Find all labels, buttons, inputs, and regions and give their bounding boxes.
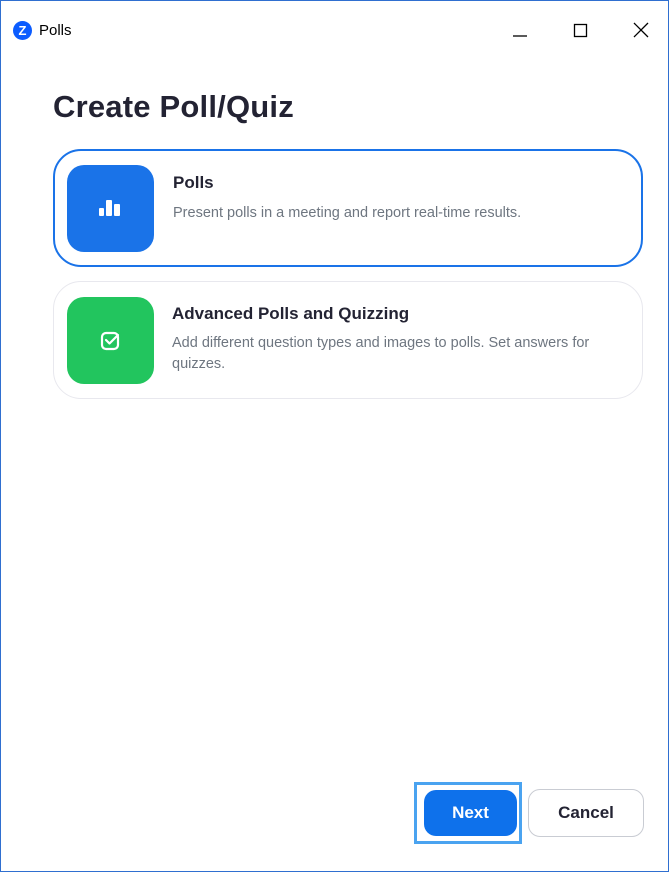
- next-button[interactable]: Next: [424, 790, 517, 836]
- page-title: Create Poll/Quiz: [53, 89, 294, 124]
- window-title: Polls: [39, 22, 72, 39]
- maximize-icon: [573, 23, 588, 38]
- option-card-advanced-polls[interactable]: Advanced Polls and Quizzing Add differen…: [53, 281, 643, 399]
- option-title: Polls: [173, 173, 214, 192]
- bar-chart-icon: [99, 200, 120, 216]
- polls-window: Z Polls Create Poll/Quiz Polls Present p…: [0, 0, 669, 872]
- advanced-polls-tile: [67, 297, 154, 384]
- close-icon: [633, 22, 649, 38]
- option-description: Present polls in a meeting and report re…: [173, 205, 522, 221]
- option-card-polls[interactable]: Polls Present polls in a meeting and rep…: [53, 149, 643, 267]
- minimize-icon: [513, 35, 527, 37]
- option-title: Advanced Polls and Quizzing: [172, 304, 410, 323]
- option-description: Add different question types and images …: [172, 335, 590, 372]
- checkbox-icon: [100, 331, 120, 351]
- polls-tile: [67, 165, 154, 252]
- title-bar[interactable]: Z Polls: [1, 1, 668, 61]
- close-button[interactable]: [620, 13, 664, 49]
- zoom-app-icon: Z: [13, 21, 32, 40]
- cancel-button[interactable]: Cancel: [528, 789, 644, 837]
- minimize-button[interactable]: [497, 13, 541, 49]
- maximize-button[interactable]: [560, 13, 604, 49]
